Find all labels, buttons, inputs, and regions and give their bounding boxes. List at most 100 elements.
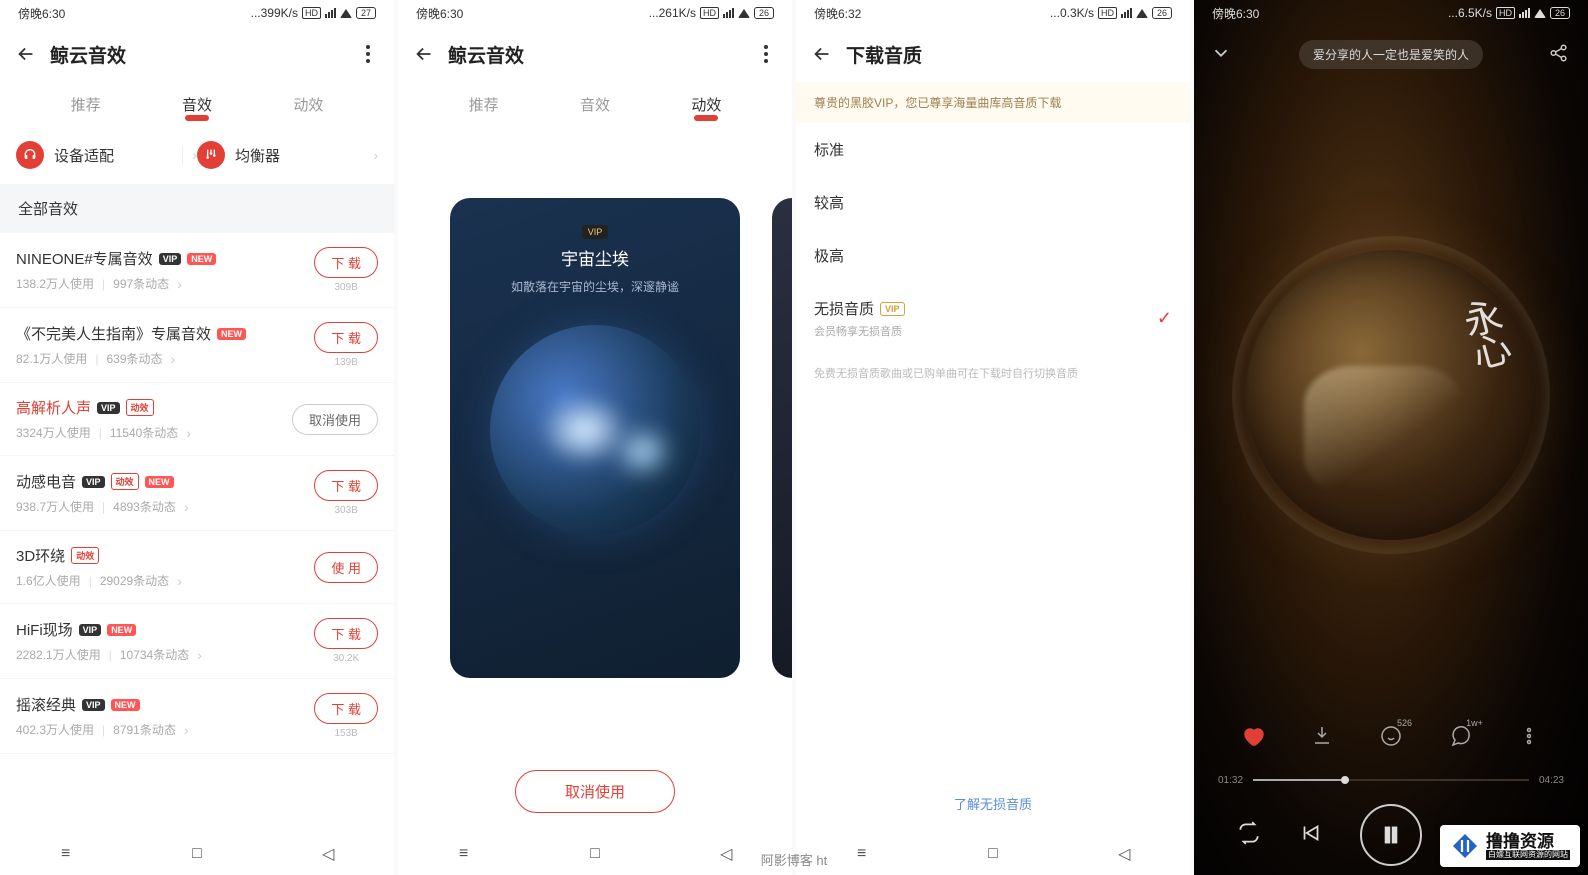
back-button[interactable] bbox=[810, 42, 834, 66]
download-button[interactable]: 下 载 bbox=[314, 322, 378, 353]
page-title: 鲸云音效 bbox=[448, 41, 754, 68]
album-cover: 永心 bbox=[1246, 250, 1536, 540]
tab-recommend[interactable]: 推荐 bbox=[30, 94, 141, 115]
quality-option-lossless[interactable]: 无损音质VIP 会员畅享无损音质 ✓ bbox=[796, 282, 1190, 355]
download-button[interactable]: 下 载 bbox=[314, 247, 378, 278]
quality-footnote: 免费无损音质歌曲或已购单曲可在下载时自行切换音质 bbox=[796, 355, 1190, 391]
download-button[interactable]: 下 载 bbox=[314, 693, 378, 724]
chevron-right-icon: › bbox=[373, 147, 378, 163]
play-pause-button[interactable] bbox=[1360, 804, 1422, 866]
quality-option-extreme[interactable]: 极高 bbox=[796, 229, 1190, 282]
chevron-right-icon: › bbox=[177, 276, 182, 292]
progress-bar[interactable]: 01:32 04:23 bbox=[1194, 765, 1588, 795]
vip-badge: VIP bbox=[880, 302, 905, 316]
new-badge: NEW bbox=[111, 699, 140, 711]
net-speed: ...261K/s bbox=[649, 6, 696, 20]
status-bar: 傍晚6:30 ...261K/s HD 26 bbox=[398, 0, 792, 26]
header: 下载音质 bbox=[796, 26, 1190, 82]
system-navbar: ≡ □ ◁ bbox=[398, 833, 792, 875]
quality-option-standard[interactable]: 标准 bbox=[796, 123, 1190, 176]
more-button[interactable] bbox=[356, 42, 380, 66]
menu-nav-icon[interactable]: ≡ bbox=[56, 844, 76, 864]
effect-item[interactable]: 高解析人声VIP动效 3324万人使用|11540条动态› 取消使用 bbox=[0, 383, 394, 456]
tab-recommend[interactable]: 推荐 bbox=[428, 94, 539, 115]
home-nav-icon[interactable]: □ bbox=[983, 844, 1003, 864]
motion-badge: 动效 bbox=[111, 473, 139, 490]
share-button[interactable] bbox=[1548, 42, 1572, 66]
card-carousel[interactable]: VIP 宇宙尘埃 如散落在宇宙的尘埃，深邃静谧 bbox=[398, 126, 792, 750]
download-button[interactable]: 下 载 bbox=[314, 618, 378, 649]
sing-button[interactable]: 526 bbox=[1371, 716, 1411, 756]
vip-badge: VIP bbox=[79, 624, 102, 636]
effect-item[interactable]: NINEONE#专属音效VIPNEW 138.2万人使用|997条动态› 下 载… bbox=[0, 233, 394, 308]
tab-motion[interactable]: 动效 bbox=[651, 94, 762, 115]
menu-nav-icon[interactable]: ≡ bbox=[454, 844, 474, 864]
quality-option-higher[interactable]: 较高 bbox=[796, 176, 1190, 229]
effect-item[interactable]: 摇滚经典VIPNEW 402.3万人使用|8791条动态› 下 载153B bbox=[0, 679, 394, 754]
lyric-pill[interactable]: 爱分享的人一定也是爱笑的人 bbox=[1244, 40, 1538, 69]
home-nav-icon[interactable]: □ bbox=[187, 844, 207, 864]
download-vip-button[interactable] bbox=[1302, 716, 1342, 756]
menu-nav-icon[interactable]: ≡ bbox=[852, 844, 872, 864]
hd-icon: HD bbox=[1496, 7, 1515, 19]
effect-item[interactable]: HiFi现场VIPNEW 2282.1万人使用|10734条动态› 下 载30.… bbox=[0, 604, 394, 679]
net-speed: ...0.3K/s bbox=[1050, 6, 1094, 20]
use-button[interactable]: 使 用 bbox=[314, 552, 378, 583]
more-button[interactable] bbox=[1509, 716, 1549, 756]
effect-item[interactable]: 3D环绕动效 1.6亿人使用|29029条动态› 使 用 bbox=[0, 531, 394, 604]
vip-badge: VIP bbox=[159, 253, 182, 265]
hd-icon: HD bbox=[1098, 7, 1117, 19]
section-title: 全部音效 bbox=[0, 184, 394, 233]
new-badge: NEW bbox=[217, 328, 246, 340]
back-nav-icon[interactable]: ◁ bbox=[1114, 844, 1134, 864]
card-subtitle: 如散落在宇宙的尘埃，深邃静谧 bbox=[470, 278, 720, 295]
back-button[interactable] bbox=[412, 42, 436, 66]
player-actions: 526 1w+ bbox=[1194, 707, 1588, 765]
motion-badge: 动效 bbox=[71, 547, 99, 564]
download-button[interactable]: 下 载 bbox=[314, 470, 378, 501]
back-nav-icon[interactable]: ◁ bbox=[716, 844, 736, 864]
status-bar: 傍晚6:30 ...6.5K/s HD 26 bbox=[1194, 0, 1588, 26]
collapse-button[interactable] bbox=[1210, 42, 1234, 66]
time-total: 04:23 bbox=[1539, 775, 1564, 786]
signal-icon bbox=[723, 8, 734, 18]
battery-icon: 26 bbox=[754, 7, 774, 19]
page-title: 鲸云音效 bbox=[50, 41, 356, 68]
watermark-logo: 撸撸资源白嫖互联网资源的网站 bbox=[1440, 825, 1580, 867]
cancel-use-button[interactable]: 取消使用 bbox=[515, 770, 675, 813]
net-speed: ...399K/s bbox=[251, 6, 298, 20]
vip-badge: VIP bbox=[97, 402, 120, 414]
status-bar: 傍晚6:32 ...0.3K/s HD 26 bbox=[796, 0, 1190, 26]
tab-effects[interactable]: 音效 bbox=[141, 94, 252, 115]
screen-sound-effects: 傍晚6:30 ...399K/s HD 27 鲸云音效 推荐 音效 动效 设备适… bbox=[0, 0, 394, 875]
effect-item[interactable]: 《不完美人生指南》专属音效NEW 82.1万人使用|639条动态› 下 载139… bbox=[0, 308, 394, 383]
like-button[interactable] bbox=[1233, 716, 1273, 756]
effect-card[interactable]: VIP 宇宙尘埃 如散落在宇宙的尘埃，深邃静谧 bbox=[450, 198, 740, 678]
device-adapter-button[interactable]: 设备适配 › bbox=[16, 141, 197, 169]
vip-badge: VIP bbox=[82, 476, 105, 488]
effect-item[interactable]: 动感电音VIP动效NEW 938.7万人使用|4893条动态› 下 载303B bbox=[0, 456, 394, 531]
vip-badge: VIP bbox=[582, 225, 609, 239]
cancel-use-button[interactable]: 取消使用 bbox=[292, 404, 378, 435]
loop-button[interactable] bbox=[1236, 820, 1262, 851]
more-button[interactable] bbox=[754, 42, 778, 66]
tool-label: 均衡器 bbox=[235, 145, 363, 166]
effect-title: 动感电音 bbox=[16, 471, 76, 492]
status-bar: 傍晚6:30 ...399K/s HD 27 bbox=[0, 0, 394, 26]
learn-more-link[interactable]: 了解无损音质 bbox=[796, 774, 1190, 833]
watermark-icon bbox=[1450, 831, 1480, 861]
tab-effects[interactable]: 音效 bbox=[539, 94, 650, 115]
equalizer-button[interactable]: 均衡器 › bbox=[197, 141, 378, 169]
effect-title: 摇滚经典 bbox=[16, 694, 76, 715]
album-area[interactable]: 永心 bbox=[1194, 82, 1588, 707]
back-nav-icon[interactable]: ◁ bbox=[318, 844, 338, 864]
home-nav-icon[interactable]: □ bbox=[585, 844, 605, 864]
hd-icon: HD bbox=[302, 7, 321, 19]
next-card-peek[interactable] bbox=[772, 198, 792, 678]
progress-track[interactable] bbox=[1253, 779, 1529, 781]
tab-motion[interactable]: 动效 bbox=[253, 94, 364, 115]
prev-button[interactable] bbox=[1298, 820, 1324, 851]
effects-list[interactable]: NINEONE#专属音效VIPNEW 138.2万人使用|997条动态› 下 载… bbox=[0, 233, 394, 833]
back-button[interactable] bbox=[14, 42, 38, 66]
comment-button[interactable]: 1w+ bbox=[1440, 716, 1480, 756]
